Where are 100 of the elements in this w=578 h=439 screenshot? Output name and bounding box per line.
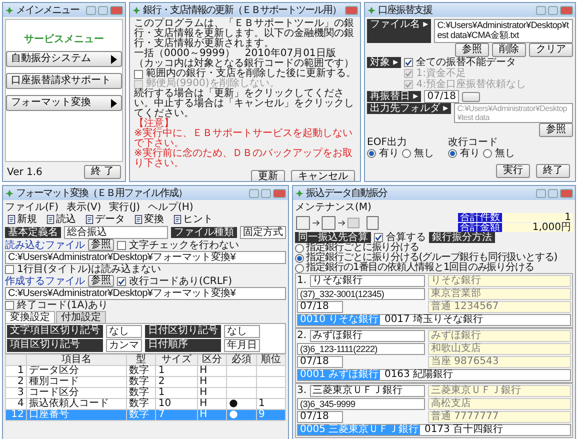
toolbar-button[interactable]: データ: [83, 214, 127, 225]
table-cell: 数字: [126, 376, 156, 388]
toolbar-button[interactable]: 変換: [132, 214, 166, 225]
close-button[interactable]: [345, 6, 358, 14]
minimize-button[interactable]: [536, 188, 546, 198]
menu-item[interactable]: 実行(J): [109, 202, 140, 213]
checkbox[interactable]: [117, 276, 126, 286]
checkbox[interactable]: [404, 58, 414, 67]
bank-dropdown[interactable]: みずほ銀行: [310, 330, 425, 342]
date-field[interactable]: 07/18: [424, 90, 460, 103]
section-number: 3.: [297, 386, 307, 396]
menu-button[interactable]: 口座振替請求サポート: [6, 73, 122, 89]
minimize-button[interactable]: [536, 6, 546, 14]
action-button[interactable]: 実行: [496, 164, 530, 178]
maximize-button[interactable]: [98, 6, 108, 14]
bank-dropdown[interactable]: りそな銀行: [310, 275, 425, 287]
path-field[interactable]: C:¥Users¥Administrator¥Desktop¥フォーマット変換¥: [5, 287, 286, 300]
table-cell: 2: [156, 376, 198, 388]
checkbox-label: 郵便局(9900)を削除しない。: [146, 79, 280, 89]
browse-button[interactable]: 参照: [539, 123, 573, 137]
file-button[interactable]: 削除: [492, 43, 526, 57]
close-button[interactable]: [273, 188, 286, 198]
consignor-dropdown[interactable]: (3)6_123-1111(2222): [297, 343, 425, 355]
radio-button[interactable]: [483, 149, 492, 158]
close-button[interactable]: [110, 6, 123, 14]
document-icon: [173, 215, 182, 224]
dialog-button[interactable]: キャンセル: [291, 170, 355, 181]
exit-button[interactable]: 終 了: [84, 165, 121, 179]
notice-text: ※実行中に、ＥＢサポートサービスを起動しないで下さい。: [134, 129, 354, 149]
field-label: 同一振込先合算: [295, 232, 371, 243]
setting-label: 日付区切り記号: [145, 325, 221, 338]
menu-button[interactable]: 自動振分システム: [6, 51, 122, 67]
radio-button[interactable]: [295, 264, 304, 272]
bank-name-field: 三菱東京ＵＦＪ銀行: [428, 385, 571, 397]
document-icon: [7, 215, 16, 224]
radio-button[interactable]: [448, 149, 457, 158]
minimize-button[interactable]: [249, 188, 259, 198]
radio-button[interactable]: [402, 149, 411, 158]
bank-dropdown[interactable]: 三菱東京ＵＦＪ銀行: [310, 385, 425, 397]
menu-item[interactable]: 表示(V): [66, 202, 102, 213]
setting-dropdown[interactable]: 年月日: [224, 339, 260, 352]
setting-dropdown[interactable]: カンマ: [106, 339, 142, 352]
date-field[interactable]: 07/18: [297, 301, 343, 313]
file-button[interactable]: クリア: [529, 43, 573, 57]
toolbar-button[interactable]: ヒント: [171, 214, 215, 225]
minimize-button[interactable]: [86, 6, 96, 14]
browse-button[interactable]: 参照: [88, 275, 114, 287]
list-item[interactable]: 0017 埼玉りそな銀行: [382, 315, 485, 325]
list-item[interactable]: 0163 紀陽銀行: [382, 370, 455, 380]
notice-text: ※実行前に念のため、ＤＢのバックアップをお取り下さい。: [134, 149, 354, 169]
radio-button[interactable]: [367, 149, 376, 158]
tab[interactable]: 変換設定: [5, 311, 55, 323]
close-button[interactable]: [560, 188, 573, 198]
file-button[interactable]: 参照: [455, 43, 489, 57]
setting-dropdown[interactable]: なし: [224, 325, 260, 338]
table-row[interactable]: 1 データ区分 数字 1 H: [6, 366, 286, 376]
message-text: 一括（0000～9999） 2010年07月01日版: [134, 49, 336, 59]
maximize-button[interactable]: [261, 188, 271, 198]
file-list-field[interactable]: C:¥Users¥Administrator¥Desktop¥test data¥CMA金額.txt: [434, 19, 573, 43]
table-row[interactable]: 2 種別コード 数字 2 H: [6, 376, 286, 388]
app-icon: [5, 6, 14, 14]
maximize-button[interactable]: [548, 6, 558, 14]
table-row[interactable]: 3 コード区分 数字 1 H: [6, 388, 286, 398]
path-field[interactable]: C:¥Users¥Administrator¥Desktop¥フォーマット変換¥: [5, 251, 286, 264]
table-cell: コード区分: [26, 388, 126, 398]
menu-item[interactable]: ヘルプ(H): [148, 202, 194, 213]
maximize-button[interactable]: [548, 188, 558, 198]
dialog-button[interactable]: 更新: [251, 170, 285, 181]
table-cell: [226, 366, 256, 376]
close-button[interactable]: [560, 6, 573, 14]
filetype-dropdown[interactable]: 固定方式: [240, 226, 286, 239]
checkbox[interactable]: [117, 240, 126, 250]
tab[interactable]: 付加設定: [56, 311, 106, 323]
list-item[interactable]: 0173 百十四銀行: [422, 425, 505, 435]
browse-button[interactable]: 参照: [88, 239, 114, 251]
menu-item[interactable]: ファイル(F): [5, 202, 59, 213]
menu-button[interactable]: フォーマット変換: [6, 95, 122, 111]
window-title: 口座振替支援: [378, 4, 434, 16]
checkbox[interactable]: [5, 301, 14, 310]
checkbox-label: 文字チェックを行わない: [129, 240, 239, 250]
checkbox[interactable]: [374, 233, 383, 242]
radio-label: 指定銀行の1番目の依頼人情報と1回目のみ振り分ける: [306, 263, 534, 273]
account-field: 当座 9876543: [428, 356, 571, 368]
setting-dropdown[interactable]: なし: [106, 325, 142, 338]
consignor-dropdown[interactable]: (37)_332-3001(12345): [297, 288, 425, 300]
checkbox[interactable]: [134, 70, 143, 78]
checkbox[interactable]: [5, 265, 14, 274]
calendar-button[interactable]: [462, 92, 480, 102]
toolbar-button[interactable]: 読込: [44, 214, 78, 225]
date-field[interactable]: 07/18: [297, 411, 343, 423]
table-cell: 数字: [126, 388, 156, 398]
menu-item[interactable]: メンテナンス(M): [295, 202, 372, 213]
section-number: 1.: [297, 276, 307, 286]
consignor-dropdown[interactable]: (3)6_345-9999: [297, 398, 425, 410]
action-button[interactable]: 終了: [536, 164, 570, 178]
toolbar-button[interactable]: 新規: [5, 214, 39, 225]
radio-button[interactable]: [295, 244, 304, 252]
radio-button[interactable]: [295, 254, 304, 262]
date-field[interactable]: 07/18: [297, 356, 343, 368]
template-dropdown[interactable]: 総合振込: [64, 226, 168, 239]
